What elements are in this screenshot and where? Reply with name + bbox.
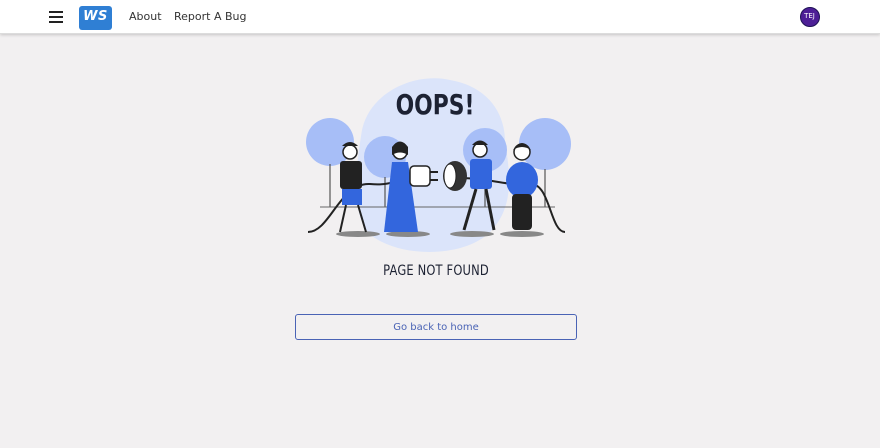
- app-logo[interactable]: WS: [79, 6, 112, 30]
- error-heading: OOPS!: [395, 88, 475, 121]
- error-message: PAGE NOT FOUND: [383, 263, 489, 279]
- nav-link-report-bug[interactable]: Report A Bug: [174, 10, 246, 23]
- user-avatar[interactable]: TEJ: [800, 7, 820, 27]
- go-back-home-button[interactable]: Go back to home: [295, 314, 577, 340]
- top-navbar: WS About Report A Bug TEJ: [0, 0, 880, 34]
- logo-text: WS: [83, 9, 108, 24]
- hamburger-menu-icon[interactable]: [49, 11, 63, 23]
- avatar-initials: TEJ: [804, 12, 815, 20]
- nav-link-about[interactable]: About: [129, 10, 162, 23]
